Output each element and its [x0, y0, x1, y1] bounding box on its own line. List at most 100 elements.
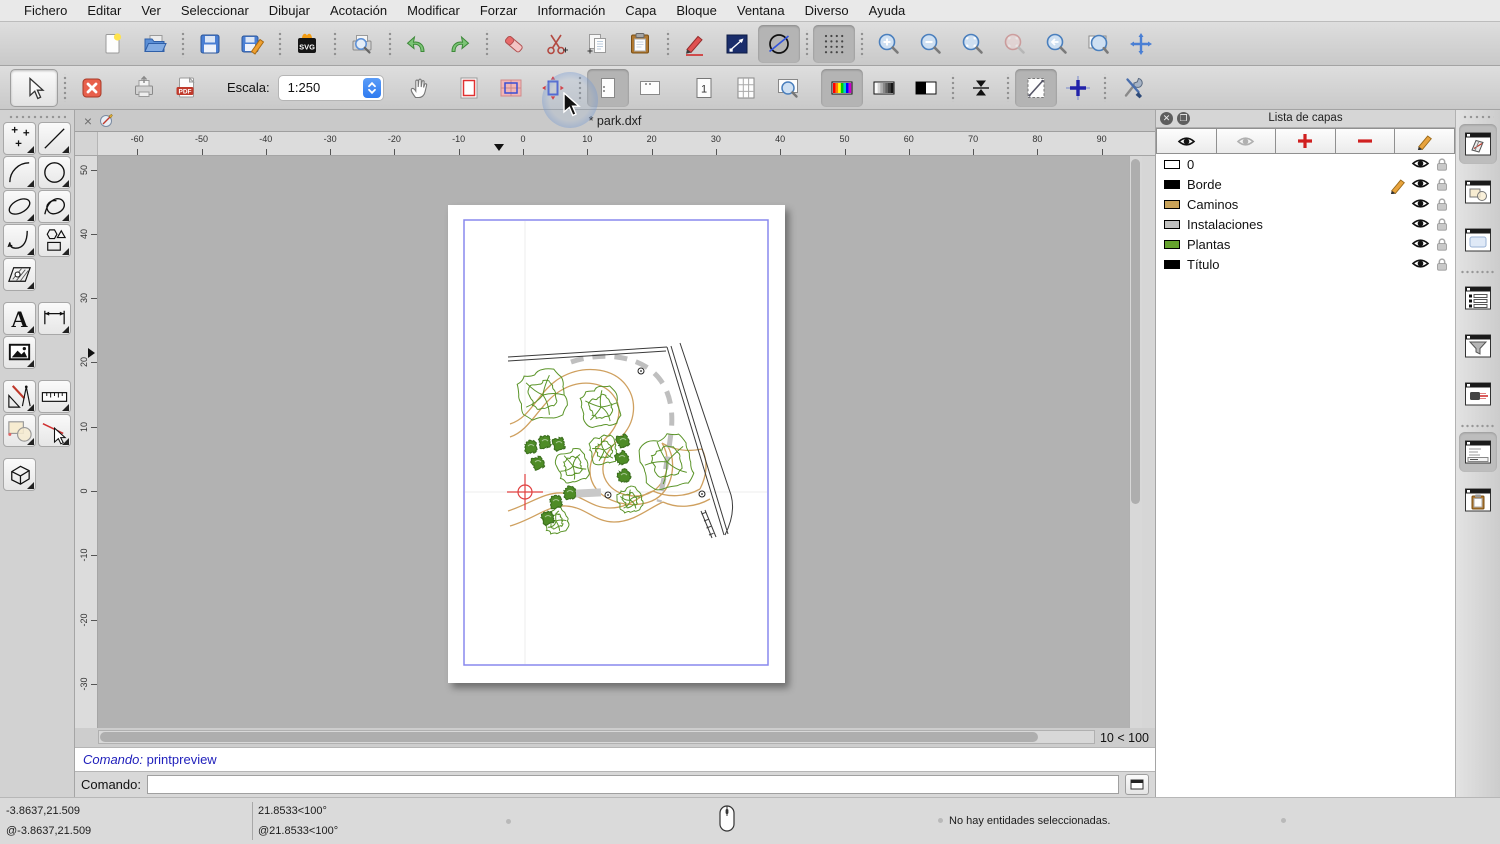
property-editor-panel-toggle[interactable]: [1459, 278, 1497, 318]
selection-filter-panel-toggle[interactable]: [1459, 326, 1497, 366]
zoom-in-button[interactable]: [868, 25, 910, 63]
dimension-tool[interactable]: [38, 302, 71, 335]
menu-acotacion[interactable]: Acotación: [320, 0, 397, 22]
command-line-panel-toggle[interactable]: [1459, 432, 1497, 472]
shape-tool[interactable]: [38, 224, 71, 257]
box-3d-tool[interactable]: [3, 458, 36, 491]
paste-button[interactable]: [619, 25, 661, 63]
menu-modificar[interactable]: Modificar: [397, 0, 470, 22]
polyline-tool[interactable]: [3, 224, 36, 257]
landscape-button[interactable]: [629, 69, 671, 107]
layer-list-panel-toggle[interactable]: [1459, 124, 1497, 164]
scale-select[interactable]: 1:250: [278, 75, 384, 101]
zoom-previous-button[interactable]: [1036, 25, 1078, 63]
menu-informacion[interactable]: Información: [527, 0, 615, 22]
close-preview-button[interactable]: [71, 69, 113, 107]
zoom-out-button[interactable]: [910, 25, 952, 63]
print-area-button[interactable]: [490, 69, 532, 107]
paper-diagonal-button[interactable]: [1015, 69, 1057, 107]
layer-color-swatch[interactable]: [1164, 180, 1180, 189]
save-button[interactable]: [189, 25, 231, 63]
new-file-button[interactable]: [92, 25, 134, 63]
zoom-auto-button[interactable]: [952, 25, 994, 63]
menu-ver[interactable]: Ver: [131, 0, 171, 22]
circle-tool[interactable]: [38, 156, 71, 189]
drawing-viewport[interactable]: [98, 156, 1142, 728]
block-list-panel-toggle[interactable]: [1459, 172, 1497, 212]
circle-line-button[interactable]: [758, 25, 800, 63]
print-preview-button[interactable]: [341, 25, 383, 63]
zoom-window-button[interactable]: [1078, 25, 1120, 63]
layer-visibility-icon[interactable]: [1410, 176, 1431, 196]
menu-bloque[interactable]: Bloque: [666, 0, 726, 22]
menu-capa[interactable]: Capa: [615, 0, 666, 22]
image-tool[interactable]: [3, 336, 36, 369]
ellipse-tool[interactable]: [3, 190, 36, 223]
vertical-scrollbar-thumb[interactable]: [1131, 159, 1140, 504]
menu-seleccionar[interactable]: Seleccionar: [171, 0, 259, 22]
layer-visibility-icon[interactable]: [1410, 236, 1431, 256]
measure-tool[interactable]: [38, 380, 71, 413]
open-file-button[interactable]: [134, 25, 176, 63]
layer-visibility-icon[interactable]: [1410, 216, 1431, 236]
svg-export-button[interactable]: SVG: [286, 25, 328, 63]
horizontal-scrollbar-thumb[interactable]: [100, 732, 1038, 742]
arc-tool[interactable]: [3, 156, 36, 189]
panel-close-icon[interactable]: ✕: [1160, 112, 1173, 125]
grid-button[interactable]: [813, 25, 855, 63]
auto-fit-drawing-button[interactable]: [532, 69, 574, 107]
eraser-button[interactable]: [493, 25, 535, 63]
layer-row-borde[interactable]: Borde: [1156, 174, 1455, 194]
portrait-button[interactable]: [587, 69, 629, 107]
undo-button[interactable]: [396, 25, 438, 63]
horizontal-scrollbar[interactable]: [98, 730, 1095, 744]
layer-visibility-icon[interactable]: [1410, 156, 1431, 176]
layer-row-plantas[interactable]: Plantas: [1156, 234, 1455, 254]
line-arrow-button[interactable]: [716, 25, 758, 63]
add-layer-button[interactable]: [1276, 128, 1336, 154]
layer-lock-icon[interactable]: [1434, 256, 1450, 277]
command-input[interactable]: [147, 775, 1119, 794]
black-white-button[interactable]: [905, 69, 947, 107]
cut-button[interactable]: [535, 25, 577, 63]
layer-color-swatch[interactable]: [1164, 200, 1180, 209]
vertical-scrollbar[interactable]: [1129, 156, 1142, 728]
copy-button[interactable]: [577, 25, 619, 63]
clipboard-panel-toggle[interactable]: [1459, 480, 1497, 520]
menu-ayuda[interactable]: Ayuda: [859, 0, 916, 22]
text-tool[interactable]: A: [3, 302, 36, 335]
full-color-button[interactable]: [821, 69, 863, 107]
save-as-button[interactable]: [231, 25, 273, 63]
menu-diverso[interactable]: Diverso: [795, 0, 859, 22]
block-tool[interactable]: [3, 414, 36, 447]
remove-layer-button[interactable]: [1336, 128, 1396, 154]
settings-tools-button[interactable]: [1112, 69, 1154, 107]
library-browser-panel-toggle[interactable]: [1459, 220, 1497, 260]
paper-borders-button[interactable]: [448, 69, 490, 107]
layer-visibility-icon[interactable]: [1410, 196, 1431, 216]
menu-dibujar[interactable]: Dibujar: [259, 0, 320, 22]
layer-row-titulo[interactable]: Título: [1156, 254, 1455, 274]
line-tool[interactable]: [38, 122, 71, 155]
menu-ventana[interactable]: Ventana: [727, 0, 795, 22]
layer-row-0[interactable]: 0: [1156, 154, 1455, 174]
layer-color-swatch[interactable]: [1164, 260, 1180, 269]
draw-freehand-button[interactable]: [674, 25, 716, 63]
layer-color-swatch[interactable]: [1164, 240, 1180, 249]
menu-fichero[interactable]: Fichero: [14, 0, 77, 22]
grayscale-button[interactable]: [863, 69, 905, 107]
modify-tool[interactable]: [38, 414, 71, 447]
layer-row-instalaciones[interactable]: Instalaciones: [1156, 214, 1455, 234]
cad-tools-tool[interactable]: [3, 380, 36, 413]
menu-editar[interactable]: Editar: [77, 0, 131, 22]
page-tiles-button[interactable]: [725, 69, 767, 107]
edit-layer-button[interactable]: [1395, 128, 1455, 154]
page-single-button[interactable]: 1: [683, 69, 725, 107]
redo-button[interactable]: [438, 25, 480, 63]
command-options-button[interactable]: [1125, 774, 1149, 795]
scale-stepper-icon[interactable]: [363, 78, 381, 98]
show-layer-button[interactable]: [1156, 128, 1217, 154]
print-button[interactable]: [123, 69, 165, 107]
menu-forzar[interactable]: Forzar: [470, 0, 528, 22]
zoom-page-button[interactable]: [767, 69, 809, 107]
